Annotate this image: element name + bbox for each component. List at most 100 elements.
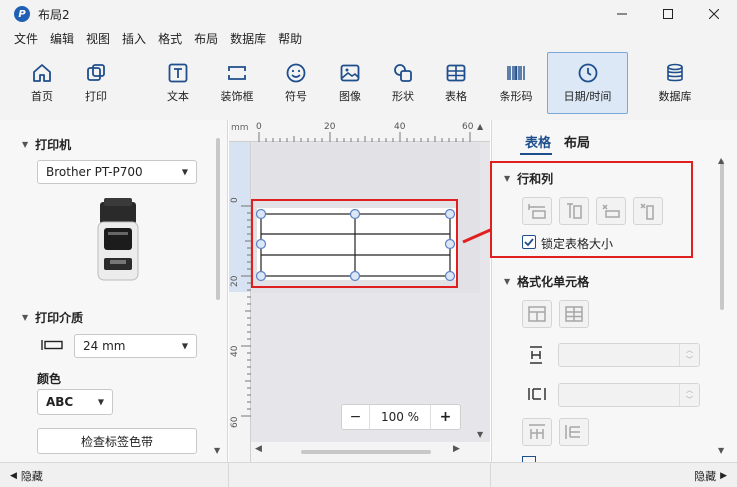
menu-layout[interactable]: 布局 [188, 30, 224, 47]
print-button[interactable]: 打印 [76, 52, 116, 114]
menu-help[interactable]: 帮助 [272, 30, 308, 47]
rows-cols-section-header[interactable]: ▼ 行和列 [504, 170, 553, 187]
ruler-left-label: 0 [230, 197, 240, 203]
ruler-top-label: 60 [462, 122, 474, 132]
datetime-label: 日期/时间 [563, 90, 612, 103]
tape-width-select[interactable]: 24 mm ▼ [74, 334, 197, 358]
hide-left-label: 隐藏 [20, 470, 43, 483]
hide-left-panel-button[interactable]: ◀ 隐藏 [10, 468, 43, 484]
shape-button[interactable]: 形状 [383, 52, 423, 114]
table-button[interactable]: 表格 [436, 52, 476, 114]
tab-layout[interactable]: 布局 [564, 132, 590, 151]
menu-edit[interactable]: 编辑 [44, 30, 80, 47]
symbol-button[interactable]: 符号 [276, 52, 316, 114]
spinner-arrows[interactable]: ︿ ﹀ [679, 384, 699, 406]
status-divider [490, 463, 491, 487]
window-controls [599, 0, 737, 28]
menu-insert[interactable]: 插入 [116, 30, 152, 47]
zoom-in-button[interactable]: + [430, 405, 460, 429]
database-label: 数据库 [658, 90, 692, 103]
equal-column-width-button[interactable] [522, 418, 552, 446]
delete-column-icon [640, 203, 654, 220]
zoom-control: − 100 % + [341, 404, 461, 430]
text-icon [168, 63, 188, 83]
barcode-label: 条形码 [499, 90, 533, 103]
collapse-triangle-icon: ▼ [22, 313, 29, 322]
home-button[interactable]: 首页 [22, 52, 62, 114]
datetime-button[interactable]: 日期/时间 [547, 52, 628, 114]
insert-row-button[interactable] [522, 197, 552, 225]
vertical-ruler: 0 20 40 60 [229, 142, 251, 462]
hide-right-panel-button[interactable]: 隐藏 ▶ [694, 468, 727, 484]
collapse-triangle-icon: ▼ [504, 277, 511, 286]
lock-size-checkbox[interactable] [522, 235, 536, 249]
right-scroll-down-icon[interactable]: ▼ [718, 446, 724, 455]
minimize-button[interactable] [599, 0, 645, 28]
tape-width-value: 24 mm [83, 339, 126, 353]
maximize-button[interactable] [645, 0, 691, 28]
barcode-button[interactable]: 条形码 [494, 52, 538, 114]
zoom-out-button[interactable]: − [342, 405, 370, 429]
window-title: 布局2 [38, 7, 70, 22]
tab-table[interactable]: 表格 [525, 132, 551, 151]
scroll-left-icon[interactable]: ◀ [255, 444, 262, 454]
media-section-header[interactable]: ▼ 打印介质 [22, 309, 83, 326]
image-button[interactable]: 图像 [330, 52, 370, 114]
frame-label: 装饰框 [220, 90, 254, 103]
row-height-icon [530, 346, 542, 364]
canvas-scroll-up-icon[interactable]: ▲ [477, 122, 483, 131]
print-icon [87, 64, 105, 81]
equal-row-height-button[interactable] [559, 418, 589, 446]
delete-row-icon [602, 204, 620, 218]
frame-button[interactable]: 装饰框 [214, 52, 260, 114]
split-cells-button[interactable] [559, 300, 589, 328]
horizontal-ruler: mm 0 20 40 60 ▲ [229, 120, 490, 142]
rows-cols-heading: 行和列 [517, 172, 554, 186]
printer-select-value: Brother PT-P700 [46, 165, 143, 179]
check-tape-button[interactable]: 检查标签色带 [37, 428, 197, 454]
image-icon [340, 64, 360, 82]
horizontal-scrollbar-thumb[interactable] [301, 450, 431, 454]
active-tab-underline [520, 153, 552, 155]
right-scroll-up-icon[interactable]: ▲ [718, 156, 724, 165]
printer-select[interactable]: Brother PT-P700 ▼ [37, 160, 197, 184]
scroll-right-icon[interactable]: ▶ [453, 444, 460, 454]
right-properties-panel: 表格 布局 ▼ 行和列 锁定表格大小 ▼ 格式化单元格 ︿ ﹀ ︿ ﹀ ▲ ▼ [490, 120, 737, 462]
hide-right-label: 隐藏 [694, 470, 717, 483]
row-height-input[interactable]: ︿ ﹀ [558, 343, 700, 367]
home-label: 首页 [31, 90, 53, 103]
column-width-input[interactable]: ︿ ﹀ [558, 383, 700, 407]
menu-database[interactable]: 数据库 [224, 30, 272, 47]
format-cells-section-header[interactable]: ▼ 格式化单元格 [504, 273, 589, 290]
ruler-top-label: 20 [324, 122, 336, 132]
menu-view[interactable]: 视图 [80, 30, 116, 47]
right-panel-scrollbar[interactable] [720, 160, 724, 310]
close-button[interactable] [691, 0, 737, 28]
insert-column-button[interactable] [559, 197, 589, 225]
database-button[interactable]: 数据库 [654, 52, 696, 114]
menu-file[interactable]: 文件 [8, 30, 44, 47]
merge-cells-icon [528, 306, 546, 322]
insert-column-icon [567, 203, 582, 219]
printer-section-header[interactable]: ▼ 打印机 [22, 136, 71, 153]
text-button[interactable]: 文本 [158, 52, 198, 114]
left-scroll-down-icon[interactable]: ▼ [214, 446, 220, 455]
color-select[interactable]: ABC ▼ [37, 389, 113, 415]
equal-width-icon [529, 424, 545, 439]
image-label: 图像 [339, 90, 361, 103]
menu-format[interactable]: 格式 [152, 30, 188, 47]
delete-row-button[interactable] [596, 197, 626, 225]
merge-cells-button[interactable] [522, 300, 552, 328]
zoom-value: 100 % [380, 410, 420, 424]
table-highlight-box [251, 199, 458, 288]
canvas-scroll-down-icon[interactable]: ▼ [477, 430, 483, 439]
dropdown-arrow-icon: ▼ [181, 341, 188, 351]
frame-icon [228, 66, 246, 80]
status-divider [228, 463, 229, 487]
smiley-icon [286, 63, 306, 83]
spinner-arrows[interactable]: ︿ ﹀ [679, 344, 699, 366]
app-window: P 布局2 文件 编辑 视图 插入 格式 布局 数据库 帮助 首页 打印 文本 … [0, 0, 737, 487]
checkmark-icon [524, 238, 534, 247]
left-panel-scrollbar[interactable] [216, 138, 220, 300]
delete-column-button[interactable] [633, 197, 663, 225]
